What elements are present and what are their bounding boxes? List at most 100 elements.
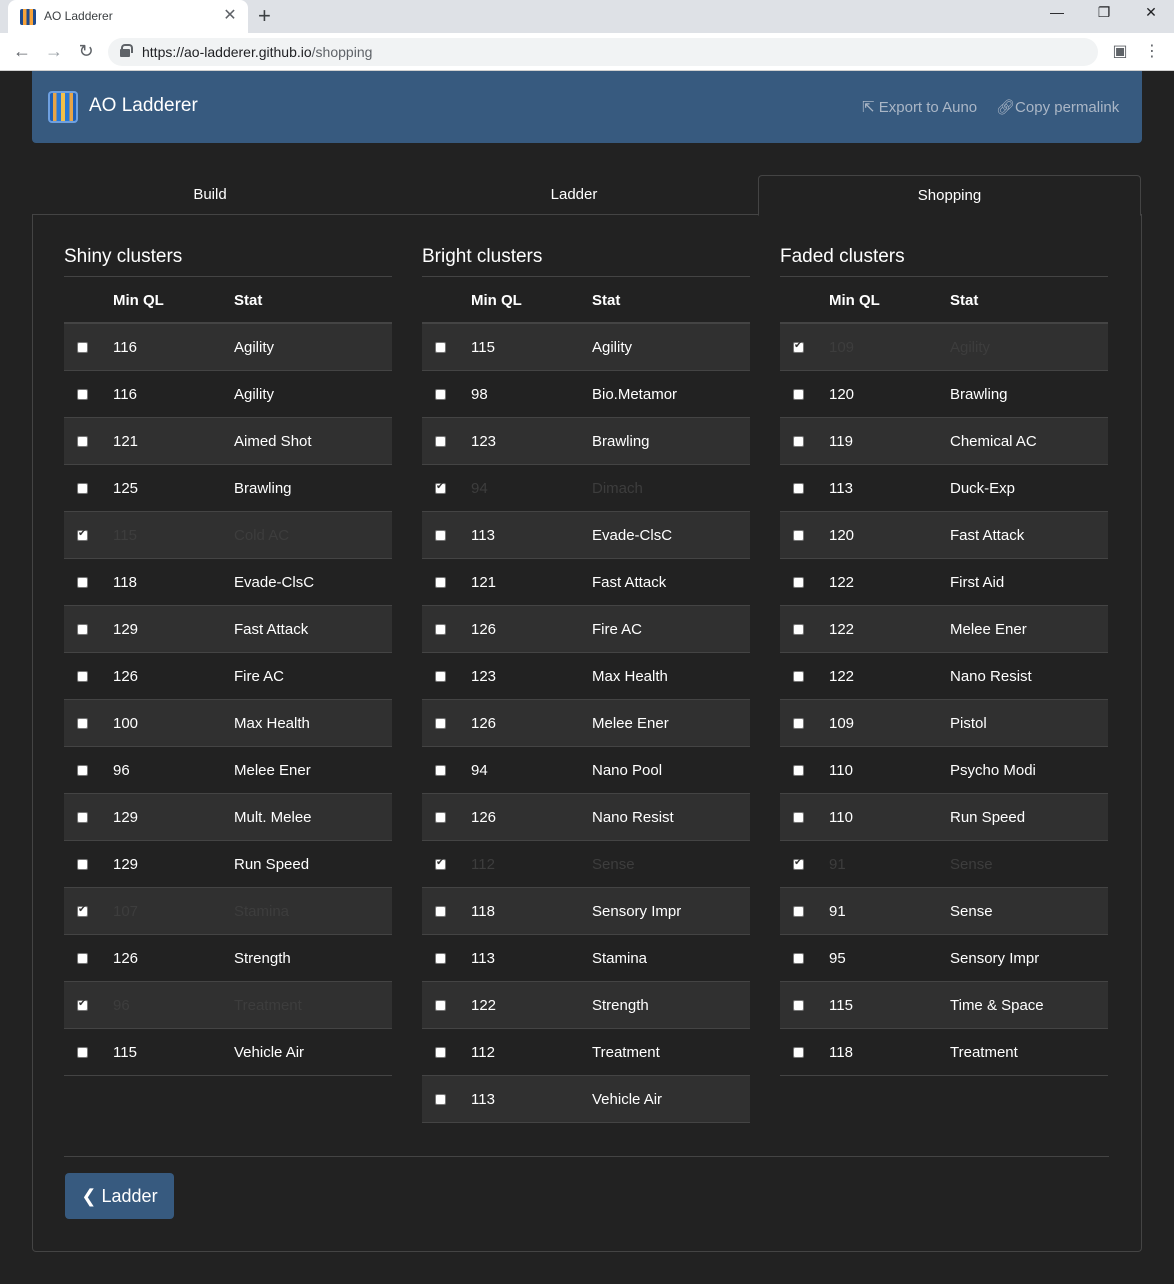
row-checkbox[interactable]: [77, 765, 88, 776]
row-checkbox[interactable]: [793, 577, 804, 588]
row-checkbox[interactable]: [435, 812, 446, 823]
table-row: 118 Sensory Impr: [422, 888, 750, 935]
row-checkbox[interactable]: [435, 718, 446, 729]
restore-icon[interactable]: ❐: [1081, 4, 1127, 21]
row-checkbox[interactable]: [793, 1000, 804, 1011]
permalink-link[interactable]: 🔗︎Copy permalink: [996, 98, 1119, 116]
stat-cell: Melee Ener: [950, 621, 1027, 638]
export-link[interactable]: ⇱ Export to Auno: [862, 98, 977, 116]
min-ql-cell: 129: [113, 856, 139, 873]
table-row: 110 Run Speed: [780, 794, 1108, 841]
row-checkbox[interactable]: [793, 671, 804, 682]
back-arrow-icon[interactable]: ←: [10, 39, 34, 63]
row-checkbox[interactable]: [435, 857, 446, 870]
row-checkbox[interactable]: [77, 342, 88, 353]
tab-ladder[interactable]: Ladder: [396, 175, 752, 215]
row-checkbox[interactable]: [435, 530, 446, 541]
row-checkbox[interactable]: [77, 436, 88, 447]
address-bar[interactable]: https://ao-ladderer.github.io/shopping: [108, 38, 1098, 66]
min-ql-cell: 129: [113, 809, 139, 826]
table-row: 126 Fire AC: [422, 606, 750, 653]
row-checkbox[interactable]: [793, 340, 804, 353]
row-checkbox[interactable]: [77, 624, 88, 635]
cluster-column-title: Shiny clusters: [64, 214, 392, 277]
row-checkbox[interactable]: [793, 483, 804, 494]
table-row: 116 Agility: [64, 324, 392, 371]
row-checkbox[interactable]: [435, 1094, 446, 1105]
table-row: 125 Brawling: [64, 465, 392, 512]
browser-toolbar: ← → ↻ https://ao-ladderer.github.io/shop…: [0, 33, 1174, 71]
stat-cell: Strength: [234, 950, 291, 967]
new-tab-icon[interactable]: +: [258, 3, 271, 29]
row-checkbox[interactable]: [435, 1047, 446, 1058]
row-checkbox[interactable]: [793, 906, 804, 917]
app-logo-icon: [48, 91, 78, 123]
table-row: 122 Nano Resist: [780, 653, 1108, 700]
row-checkbox[interactable]: [435, 671, 446, 682]
row-checkbox[interactable]: [77, 1047, 88, 1058]
browser-tabstrip: AO Ladderer ✕ + — ❐ ✕: [0, 0, 1174, 33]
min-ql-cell: 91: [829, 903, 846, 920]
stat-cell: Stamina: [234, 903, 290, 920]
row-checkbox[interactable]: [77, 671, 88, 682]
row-checkbox[interactable]: [435, 342, 446, 353]
row-checkbox[interactable]: [435, 624, 446, 635]
brand-title[interactable]: AO Ladderer: [89, 95, 198, 117]
close-tab-icon[interactable]: ✕: [220, 5, 240, 25]
row-checkbox[interactable]: [435, 389, 446, 400]
row-checkbox[interactable]: [77, 577, 88, 588]
row-checkbox[interactable]: [435, 1000, 446, 1011]
row-checkbox[interactable]: [77, 389, 88, 400]
row-checkbox[interactable]: [793, 953, 804, 964]
row-checkbox[interactable]: [77, 718, 88, 729]
min-ql-cell: 113: [471, 1091, 495, 1108]
row-checkbox[interactable]: [793, 718, 804, 729]
row-checkbox[interactable]: [77, 528, 88, 541]
header-stat: Stat: [950, 292, 979, 309]
stat-cell: Agility: [234, 339, 275, 356]
table-row: 112 Sense: [422, 841, 750, 888]
header-stat: Stat: [234, 292, 263, 309]
row-checkbox[interactable]: [793, 812, 804, 823]
row-checkbox[interactable]: [77, 812, 88, 823]
min-ql-cell: 112: [471, 1044, 495, 1061]
row-checkbox[interactable]: [435, 577, 446, 588]
row-checkbox[interactable]: [793, 530, 804, 541]
row-checkbox[interactable]: [77, 953, 88, 964]
table-row: 116 Agility: [64, 371, 392, 418]
reload-icon[interactable]: ↻: [74, 39, 98, 63]
row-checkbox[interactable]: [77, 483, 88, 494]
table-row: 94 Dimach: [422, 465, 750, 512]
minimize-icon[interactable]: —: [1034, 4, 1080, 20]
row-checkbox[interactable]: [77, 998, 88, 1011]
back-to-ladder-button[interactable]: ❮ Ladder: [65, 1173, 174, 1219]
row-checkbox[interactable]: [435, 765, 446, 776]
table-row: 120 Brawling: [780, 371, 1108, 418]
tab-shopping[interactable]: Shopping: [758, 175, 1141, 216]
tab-build[interactable]: Build: [32, 175, 388, 215]
row-checkbox[interactable]: [793, 436, 804, 447]
browser-tab[interactable]: AO Ladderer ✕: [8, 0, 248, 33]
profile-icon[interactable]: ▣: [1109, 41, 1131, 63]
forward-arrow-icon[interactable]: →: [42, 39, 66, 63]
table-row: 129 Fast Attack: [64, 606, 392, 653]
row-checkbox[interactable]: [435, 481, 446, 494]
row-checkbox[interactable]: [77, 904, 88, 917]
stat-cell: Agility: [234, 386, 275, 403]
close-window-icon[interactable]: ✕: [1128, 4, 1174, 21]
table-row: 126 Melee Ener: [422, 700, 750, 747]
row-checkbox[interactable]: [793, 389, 804, 400]
row-checkbox[interactable]: [77, 859, 88, 870]
table-row: 95 Sensory Impr: [780, 935, 1108, 982]
row-checkbox[interactable]: [435, 953, 446, 964]
menu-kebab-icon[interactable]: ⋮: [1141, 41, 1163, 63]
row-checkbox[interactable]: [793, 765, 804, 776]
row-checkbox[interactable]: [435, 436, 446, 447]
min-ql-cell: 110: [829, 809, 853, 826]
row-checkbox[interactable]: [793, 1047, 804, 1058]
row-checkbox[interactable]: [793, 857, 804, 870]
permalink-label: Copy permalink: [1015, 99, 1120, 116]
row-checkbox[interactable]: [435, 906, 446, 917]
row-checkbox[interactable]: [793, 624, 804, 635]
stat-cell: Agility: [950, 339, 991, 356]
